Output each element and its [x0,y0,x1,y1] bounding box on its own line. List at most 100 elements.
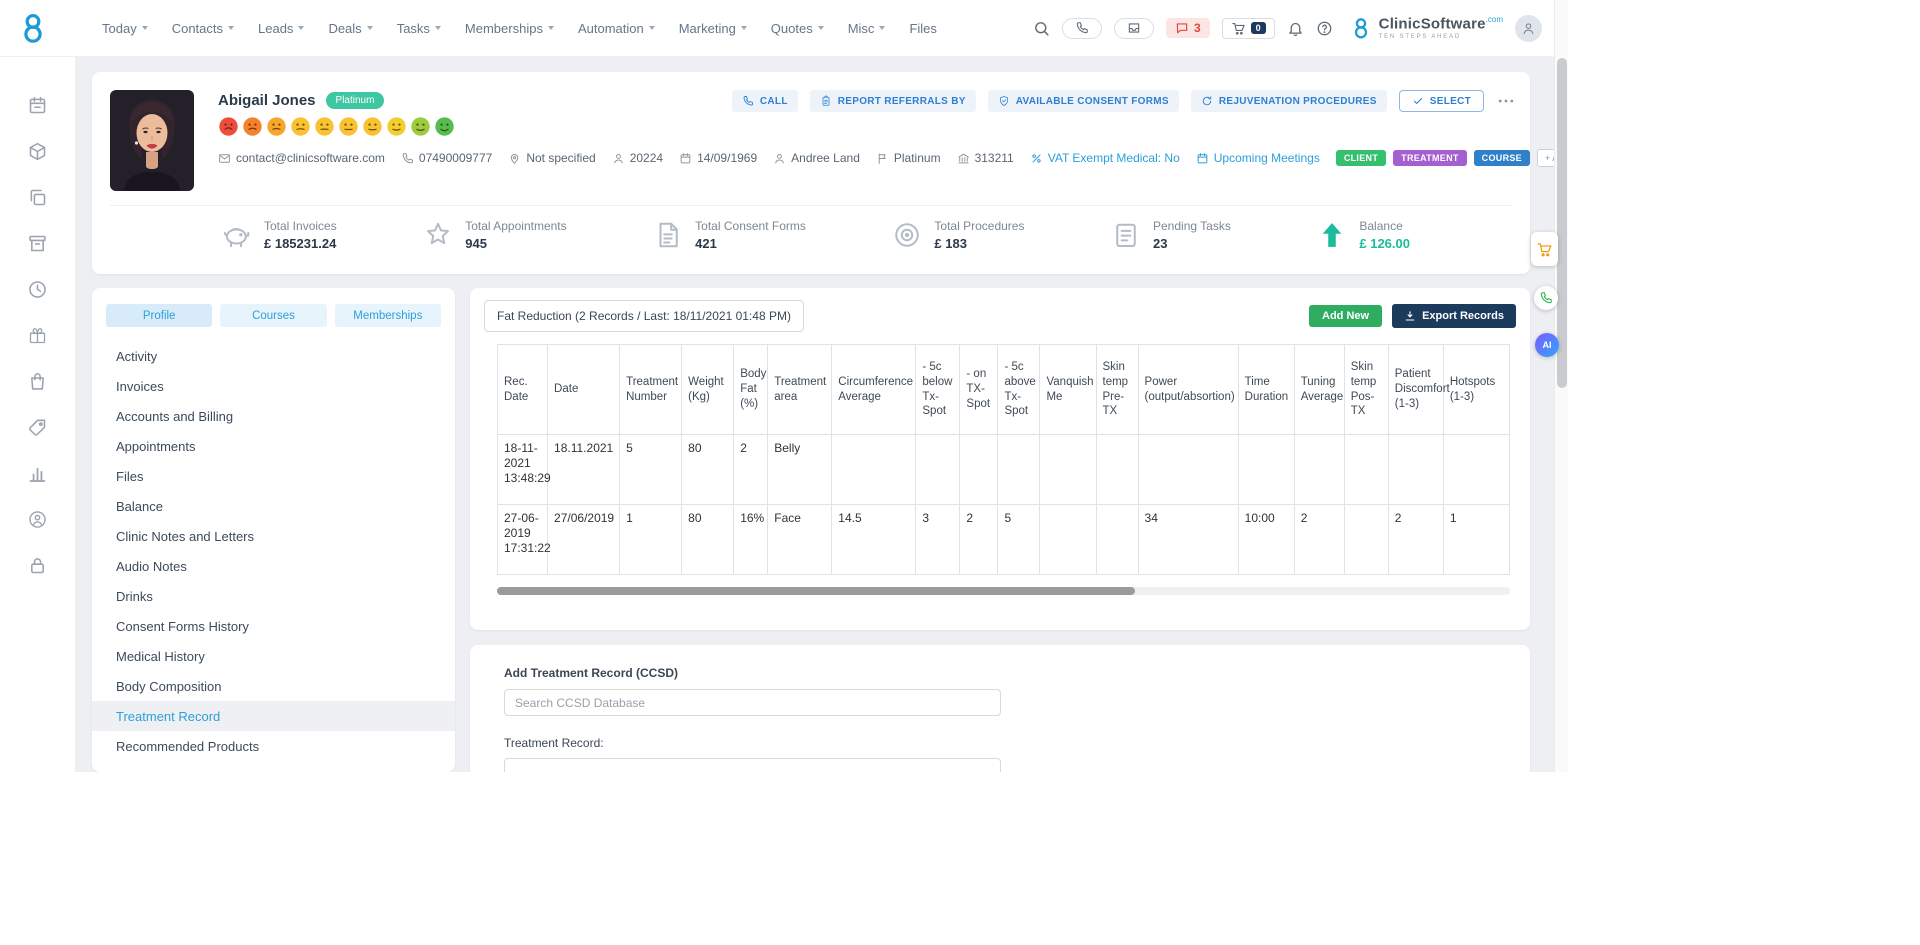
horizontal-scrollbar-thumb[interactable] [497,587,1135,595]
ccsd-search-input[interactable] [504,689,1001,716]
nav-item-marketing[interactable]: Marketing [679,21,747,36]
bell-icon[interactable] [1287,20,1304,37]
satisfaction-face-10-icon[interactable] [434,116,455,137]
tab-courses[interactable]: Courses [220,304,326,327]
sidebar-item-medical-history[interactable]: Medical History [92,641,455,671]
cart-button[interactable]: 0 [1222,18,1275,39]
more-options-icon[interactable] [1496,91,1516,111]
sidebar-item-audio-notes[interactable]: Audio Notes [92,551,455,581]
sidebar-item-appointments[interactable]: Appointments [92,431,455,461]
report-referrals-by-button[interactable]: REPORT REFERRALS BY [810,90,976,112]
table-cell [1388,435,1443,505]
satisfaction-face-2-icon[interactable] [242,116,263,137]
rail-bar-chart-button[interactable] [27,463,48,484]
rail-calendar-date-button[interactable] [27,95,48,116]
rail-copy-button[interactable] [27,187,48,208]
vertical-scrollbar-thumb[interactable] [1557,58,1567,388]
inbox-icon [1127,21,1141,35]
sidebar-item-drinks[interactable]: Drinks [92,581,455,611]
user-avatar-button[interactable] [1515,15,1542,42]
satisfaction-face-9-icon[interactable] [410,116,431,137]
table-row[interactable]: 18-11-2021 13:48:2918.11.20215802Belly [498,435,1510,505]
nav-item-leads[interactable]: Leads [258,21,304,36]
patient-photo [110,90,194,191]
nav-item-memberships[interactable]: Memberships [465,21,554,36]
satisfaction-face-8-icon[interactable] [386,116,407,137]
treatment-record-textarea[interactable] [504,758,1001,772]
sidebar-item-body-composition[interactable]: Body Composition [92,671,455,701]
inbox-button[interactable] [1114,18,1154,39]
rejuvenation-procedures-button[interactable]: REJUVENATION PROCEDURES [1191,90,1387,112]
nav-item-automation[interactable]: Automation [578,21,655,36]
nav-item-files[interactable]: Files [909,21,936,36]
satisfaction-face-3-icon[interactable] [266,116,287,137]
sidebar-item-consent-forms-history[interactable]: Consent Forms History [92,611,455,641]
profile-tabs: Profile Courses Memberships [92,288,455,327]
table-row[interactable]: 27-06-2019 17:31:2227/06/201918016%Face1… [498,505,1510,575]
app-logo-icon[interactable] [14,9,52,47]
add-label-button[interactable]: + Add Labe [1537,149,1554,167]
select-button[interactable]: SELECT [1399,90,1484,112]
sidebar-item-clinic-notes-and-letters[interactable]: Clinic Notes and Letters [92,521,455,551]
stat-value: £ 126.00 [1359,236,1410,251]
table-cell [1344,435,1388,505]
arrow-up-icon [1317,220,1347,250]
nav-item-tasks[interactable]: Tasks [397,21,441,36]
export-records-button[interactable]: Export Records [1392,304,1516,328]
rail-id-badge-button[interactable] [27,509,48,530]
sidebar-item-balance[interactable]: Balance [92,491,455,521]
rail-gift-button[interactable] [27,325,48,346]
satisfaction-face-4-icon[interactable] [290,116,311,137]
search-icon[interactable] [1033,20,1050,37]
table-cell [832,435,916,505]
stat-label: Total Invoices [264,219,337,233]
sidebar-item-files[interactable]: Files [92,461,455,491]
label-course: COURSE [1474,150,1530,166]
patient-meta-vat-exempt-medical-no[interactable]: VAT Exempt Medical: No [1030,151,1180,165]
patient-meta-upcoming-meetings[interactable]: Upcoming Meetings [1196,151,1320,165]
nav-item-quotes[interactable]: Quotes [771,21,824,36]
rail-lock-button[interactable] [27,555,48,576]
floating-cart-button[interactable] [1531,232,1558,266]
rail-cube-button[interactable] [27,141,48,162]
dialer-button[interactable] [1062,18,1102,39]
chevron-down-icon [879,26,885,30]
add-record-card: Add Treatment Record (CCSD) Treatment Re… [470,645,1530,772]
report-icon [820,95,832,107]
tab-profile[interactable]: Profile [106,304,212,327]
percent-icon [1030,152,1043,165]
tab-memberships[interactable]: Memberships [335,304,441,327]
add-new-button[interactable]: Add New [1309,305,1382,327]
sidebar-item-accounts-and-billing[interactable]: Accounts and Billing [92,401,455,431]
rail-archive-button[interactable] [27,233,48,254]
satisfaction-face-1-icon[interactable] [218,116,239,137]
nav-item-today[interactable]: Today [102,21,148,36]
nav-item-contacts[interactable]: Contacts [172,21,234,36]
nav-item-deals[interactable]: Deals [328,21,372,36]
table-cell [1040,505,1096,575]
floating-ai-button[interactable]: AI [1535,333,1559,357]
call-button[interactable]: CALL [732,90,798,112]
rail-history-button[interactable] [27,279,48,300]
rail-shopping-bag-button[interactable] [27,371,48,392]
sidebar-item-recommended-products[interactable]: Recommended Products [92,731,455,761]
sidebar-item-treatment-record[interactable]: Treatment Record [92,701,455,731]
chevron-down-icon [142,26,148,30]
sidebar-item-activity[interactable]: Activity [92,341,455,371]
floating-whatsapp-button[interactable] [1534,286,1558,310]
nav-item-misc[interactable]: Misc [848,21,886,36]
sidebar-item-invoices[interactable]: Invoices [92,371,455,401]
add-record-title: Add Treatment Record (CCSD) [504,666,1496,680]
satisfaction-face-7-icon[interactable] [362,116,383,137]
table-cell: 18-11-2021 13:48:29 [498,435,548,505]
satisfaction-face-6-icon[interactable] [338,116,359,137]
available-consent-forms-button[interactable]: AVAILABLE CONSENT FORMS [988,90,1179,112]
help-icon[interactable] [1316,20,1333,37]
table-cell: 1 [1443,505,1509,575]
rail-tag-button[interactable] [27,417,48,438]
table-cell: 80 [682,435,734,505]
table-cell [960,435,998,505]
chat-button[interactable]: 3 [1166,18,1210,38]
satisfaction-face-5-icon[interactable] [314,116,335,137]
download-icon [1404,310,1416,322]
